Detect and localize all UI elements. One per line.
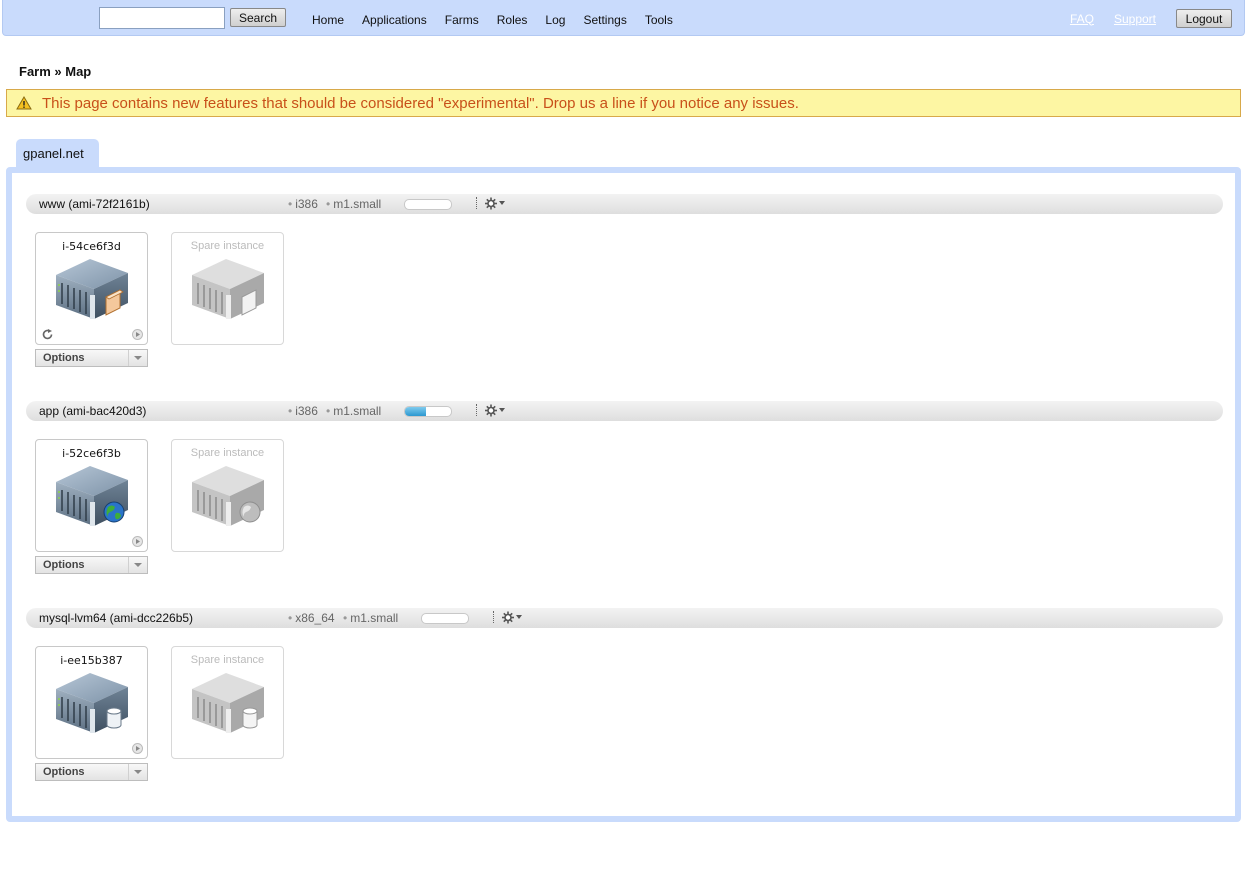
server-icon-disabled [192, 259, 264, 319]
refresh-icon[interactable] [41, 328, 54, 341]
spare-instance-card[interactable]: Spare instance [171, 232, 284, 345]
instance-id: i-54ce6f3d [62, 240, 121, 253]
play-icon[interactable] [132, 536, 143, 547]
options-dropdown[interactable]: Options [35, 349, 148, 367]
role-name: app (ami-bac420d3) [39, 404, 147, 418]
options-dropdown[interactable]: Options [35, 556, 148, 574]
server-icon [56, 466, 128, 526]
nav-log[interactable]: Log [545, 13, 565, 27]
role-size: • m1.small [343, 611, 399, 625]
options-label: Options [43, 766, 85, 778]
main-nav: Home Applications Farms Roles Log Settin… [312, 13, 691, 27]
role-arch-value: i386 [295, 197, 318, 211]
instance-id: i-ee15b387 [60, 654, 123, 667]
nav-farms[interactable]: Farms [445, 13, 479, 27]
spare-instance-label: Spare instance [190, 447, 265, 459]
nav-settings[interactable]: Settings [583, 13, 626, 27]
spare-instance-card[interactable]: Spare instance [171, 439, 284, 552]
faq-link[interactable]: FAQ [1070, 12, 1094, 26]
role-size-value: m1.small [350, 611, 399, 625]
top-right-links: FAQ Support Logout [1070, 9, 1232, 28]
breadcrumb: Farm » Map [19, 64, 92, 79]
search-button[interactable]: Search [230, 8, 286, 27]
role-arch: • x86_64 [288, 611, 335, 625]
spare-instance-label: Spare instance [190, 654, 265, 666]
role-name: www (ami-72f2161b) [39, 197, 150, 211]
search-input[interactable] [99, 7, 225, 29]
experimental-warning: This page contains new features that sho… [6, 89, 1241, 117]
role-size: • m1.small [326, 404, 382, 418]
warning-text: This page contains new features that sho… [42, 94, 799, 112]
instance-id: i-52ce6f3b [62, 447, 121, 460]
role-size-value: m1.small [333, 404, 382, 418]
gear-menu-icon[interactable] [484, 403, 508, 418]
chevron-down-icon [128, 764, 142, 780]
warning-icon [16, 96, 32, 110]
options-label: Options [43, 559, 85, 571]
gear-menu-icon[interactable] [501, 610, 525, 625]
server-icon [56, 259, 128, 319]
chevron-down-icon [128, 350, 142, 366]
nav-home[interactable]: Home [312, 13, 344, 27]
options-dropdown[interactable]: Options [35, 763, 148, 781]
role-progress-bar [404, 406, 452, 417]
instance-card[interactable]: i-ee15b387 [35, 646, 148, 759]
progress-fill [405, 407, 426, 416]
options-label: Options [43, 352, 85, 364]
server-icon-disabled [192, 673, 264, 733]
support-link[interactable]: Support [1114, 12, 1156, 26]
role-progress-bar [404, 199, 452, 210]
role-size-value: m1.small [333, 197, 382, 211]
play-icon[interactable] [132, 743, 143, 754]
spare-instance-label: Spare instance [190, 240, 265, 252]
spare-instance-card[interactable]: Spare instance [171, 646, 284, 759]
top-nav-bar: Search Home Applications Farms Roles Log… [2, 0, 1245, 36]
role-arch: • i386 [288, 197, 318, 211]
role-arch: • i386 [288, 404, 318, 418]
role-size: • m1.small [326, 197, 382, 211]
play-icon[interactable] [132, 329, 143, 340]
server-icon-disabled [192, 466, 264, 526]
server-icon [56, 673, 128, 733]
divider [493, 611, 495, 623]
role-arch-value: i386 [295, 404, 318, 418]
role-bar: mysql-lvm64 (ami-dcc226b5) • x86_64 • m1.s… [26, 608, 1223, 628]
role-progress-bar [421, 613, 469, 624]
gear-menu-icon[interactable] [484, 196, 508, 211]
divider [476, 404, 478, 416]
role-name: mysql-lvm64 (ami-dcc226b5) [39, 611, 194, 625]
nav-roles[interactable]: Roles [497, 13, 528, 27]
divider [476, 197, 478, 209]
nav-tools[interactable]: Tools [645, 13, 673, 27]
tab-farm[interactable]: gpanel.net [16, 139, 99, 169]
instance-card[interactable]: i-52ce6f3b [35, 439, 148, 552]
instance-card[interactable]: i-54ce6f3d [35, 232, 148, 345]
farm-map-panel: www (ami-72f2161b) • i386 • m1.small i-54c… [6, 167, 1241, 822]
role-bar: www (ami-72f2161b) • i386 • m1.small [26, 194, 1223, 214]
chevron-down-icon [128, 557, 142, 573]
logout-button[interactable]: Logout [1176, 9, 1232, 28]
role-bar: app (ami-bac420d3) • i386 • m1.small [26, 401, 1223, 421]
nav-applications[interactable]: Applications [362, 13, 427, 27]
role-arch-value: x86_64 [295, 611, 335, 625]
